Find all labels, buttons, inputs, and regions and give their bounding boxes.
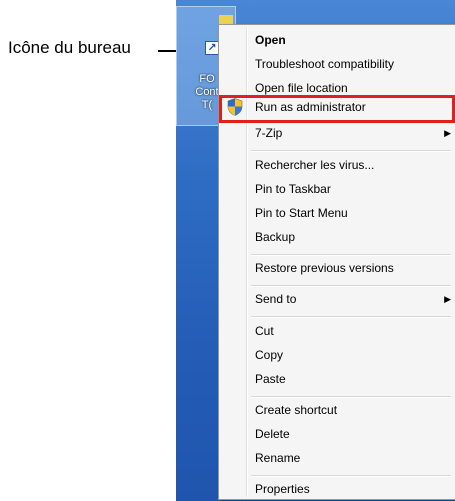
menu-item-create-shortcut[interactable]: Create shortcut xyxy=(221,398,455,422)
menu-item-label: Restore previous versions xyxy=(255,261,394,275)
menu-item-label: Create shortcut xyxy=(255,403,338,417)
menu-item-delete[interactable]: Delete xyxy=(221,422,455,446)
menu-separator xyxy=(251,150,451,152)
menu-item-run-as-administrator[interactable]: Run as administrator xyxy=(219,95,455,123)
menu-item-label: Troubleshoot compatibility xyxy=(255,57,394,71)
shield-icon xyxy=(227,98,243,116)
menu-item-label: Paste xyxy=(255,372,286,386)
menu-item-label: Backup xyxy=(255,230,296,244)
menu-item-label: Rename xyxy=(255,451,301,465)
menu-item-label: Delete xyxy=(255,427,290,441)
menu-item-label: Pin to Taskbar xyxy=(255,182,331,196)
menu-item-backup[interactable]: Backup xyxy=(221,225,455,249)
menu-item-cut[interactable]: Cut xyxy=(221,319,455,343)
screenshot-canvas: Icône du bureau ↗ FO Cont T( Open Troubl… xyxy=(0,0,455,501)
menu-item-label: 7-Zip xyxy=(255,126,283,140)
menu-item-label: Pin to Start Menu xyxy=(255,206,348,220)
menu-item-label: Run as administrator xyxy=(255,100,366,114)
menu-separator xyxy=(251,316,451,318)
menu-item-properties[interactable]: Properties xyxy=(221,477,455,501)
menu-item-7-zip[interactable]: 7-Zip ▶ xyxy=(221,121,455,145)
menu-item-restore-previous-versions[interactable]: Restore previous versions xyxy=(221,256,455,280)
shortcut-arrow-icon: ↗ xyxy=(205,41,219,55)
menu-item-pin-to-taskbar[interactable]: Pin to Taskbar xyxy=(221,177,455,201)
menu-item-rename[interactable]: Rename xyxy=(221,446,455,470)
menu-item-troubleshoot-compatibility[interactable]: Troubleshoot compatibility xyxy=(221,52,455,76)
menu-item-pin-to-start-menu[interactable]: Pin to Start Menu xyxy=(221,201,455,225)
submenu-arrow-icon: ▶ xyxy=(444,128,451,138)
callout-label: Icône du bureau xyxy=(8,38,131,57)
menu-item-label: Properties xyxy=(255,482,310,496)
menu-item-label: Rechercher les virus... xyxy=(255,158,375,172)
submenu-arrow-icon: ▶ xyxy=(444,294,451,304)
menu-item-label: Send to xyxy=(255,292,297,306)
menu-item-copy[interactable]: Copy xyxy=(221,343,455,367)
menu-item-label: Copy xyxy=(255,348,284,362)
menu-item-rechercher-les-virus[interactable]: Rechercher les virus... xyxy=(221,153,455,177)
menu-item-send-to[interactable]: Send to ▶ xyxy=(221,287,455,311)
menu-item-label: Open xyxy=(255,33,286,47)
menu-item-open[interactable]: Open xyxy=(221,28,455,52)
menu-item-paste[interactable]: Paste xyxy=(221,367,455,391)
context-menu: Open Troubleshoot compatibility Open fil… xyxy=(218,24,455,500)
menu-item-label: Cut xyxy=(255,324,274,338)
